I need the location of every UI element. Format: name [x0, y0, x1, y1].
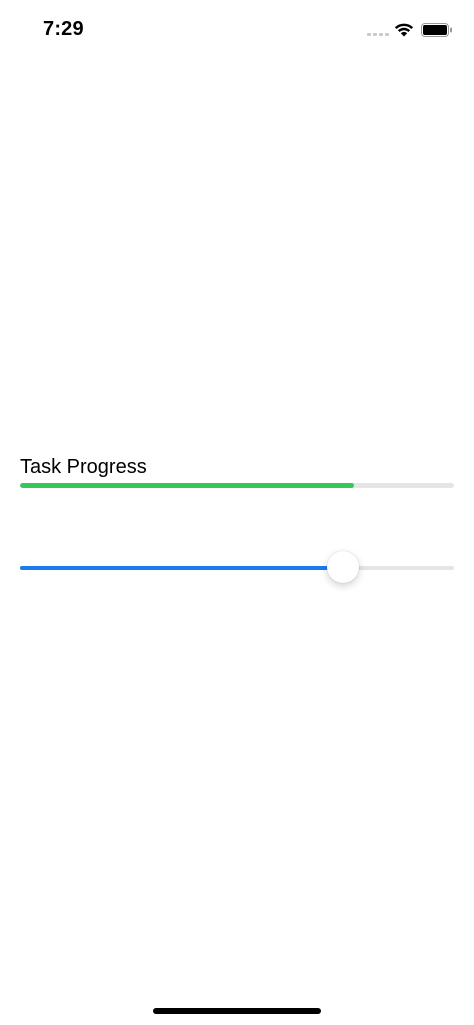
task-progress-fill: [20, 483, 355, 488]
task-progress-bar: [20, 483, 454, 488]
slider-fill: [20, 566, 344, 570]
value-slider[interactable]: [20, 550, 454, 586]
status-time: 7:29: [43, 18, 84, 40]
slider-track[interactable]: [20, 566, 454, 570]
status-bar: 7:29: [0, 0, 474, 60]
wifi-icon: [394, 23, 414, 37]
cellular-signal-icon: [367, 33, 389, 37]
slider-thumb[interactable]: [327, 551, 360, 583]
task-progress-label: Task Progress: [20, 456, 147, 478]
home-indicator[interactable]: [153, 1008, 321, 1014]
battery-icon: [421, 23, 452, 37]
